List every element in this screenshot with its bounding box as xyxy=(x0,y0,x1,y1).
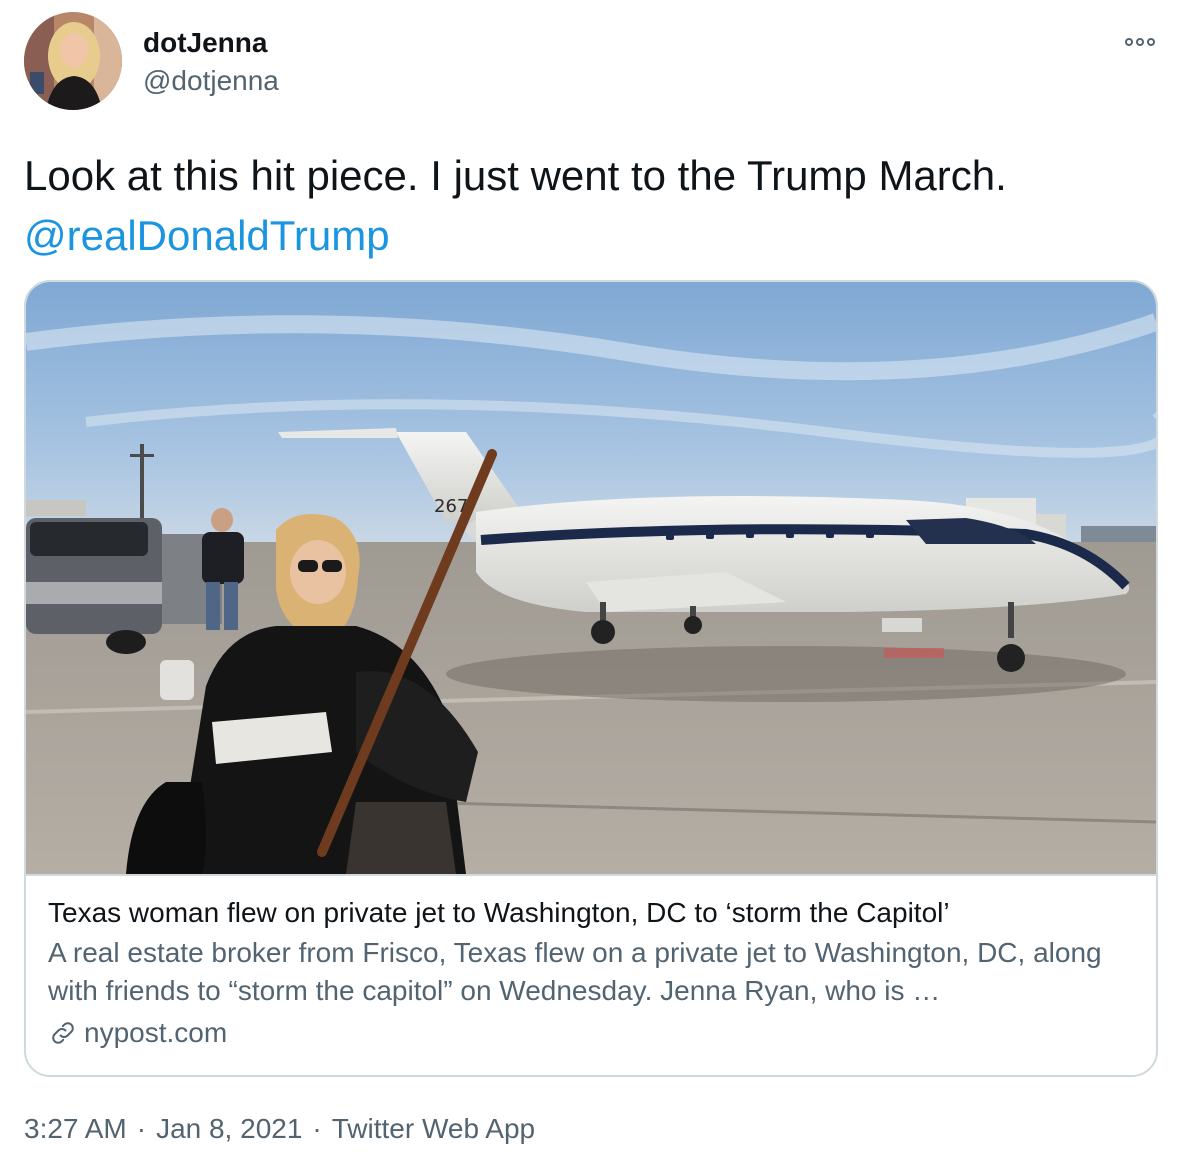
footer-separator: · xyxy=(136,1113,147,1144)
card-domain-text: nypost.com xyxy=(84,1017,228,1048)
footer-separator: · xyxy=(312,1113,322,1144)
link-icon xyxy=(48,1018,78,1048)
card-title: Texas woman flew on private jet to Washi… xyxy=(48,897,950,928)
handle[interactable]: @dotjenna xyxy=(143,64,279,98)
tweet: dotJenna @dotjenna Look at this hit piec… xyxy=(0,0,1184,1172)
card-domain: nypost.com xyxy=(48,1014,1138,1052)
card-meta: Texas woman flew on private jet to Washi… xyxy=(48,894,1138,1052)
tweet-client[interactable]: Twitter Web App xyxy=(332,1113,535,1144)
card-description: A real estate broker from Frisco, Texas … xyxy=(48,937,1102,1006)
tweet-footer: 3:27 AM · Jan 8, 2021 · Twitter Web App xyxy=(24,1110,535,1148)
tweet-date[interactable]: Jan 8, 2021 xyxy=(156,1113,302,1144)
more-dot xyxy=(1125,38,1133,46)
display-name[interactable]: dotJenna xyxy=(143,26,267,60)
tweet-text-line: Look at this hit piece. I just went to t… xyxy=(24,152,1007,199)
more-dot xyxy=(1147,38,1155,46)
avatar[interactable] xyxy=(24,12,122,110)
mention-link[interactable]: @realDonaldTrump xyxy=(24,206,1154,266)
tweet-time[interactable]: 3:27 AM xyxy=(24,1113,127,1144)
card-image[interactable]: 267 xyxy=(26,282,1156,876)
more-options-icon[interactable] xyxy=(1118,28,1162,56)
more-dot xyxy=(1136,38,1144,46)
tweet-text: Look at this hit piece. I just went to t… xyxy=(24,146,1154,266)
link-card[interactable]: 267 Texas woman flew on private jet to W… xyxy=(24,280,1158,1077)
